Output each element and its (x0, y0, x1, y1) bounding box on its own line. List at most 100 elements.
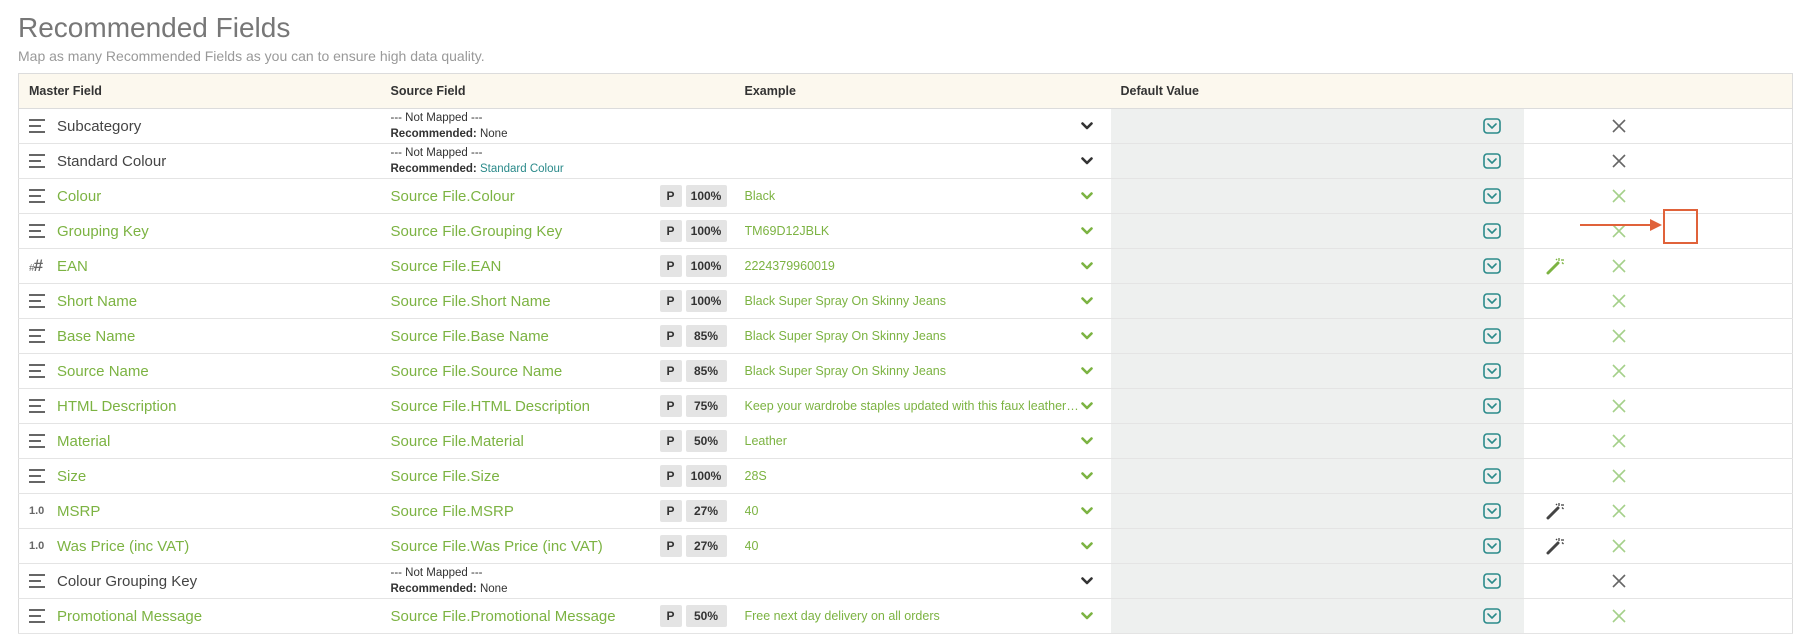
source-field[interactable]: Source File.Base Name (381, 328, 658, 345)
default-value-input[interactable] (1110, 143, 1461, 179)
master-field-name: Promotional Message (57, 607, 203, 625)
magic-wand-icon[interactable] (1524, 501, 1587, 521)
close-icon[interactable] (1587, 608, 1652, 624)
source-field[interactable]: Source File.Short Name (381, 293, 658, 310)
source-field[interactable]: Source File.Source Name (381, 363, 658, 380)
chevron-down-icon[interactable] (1080, 328, 1093, 344)
default-value-input[interactable] (1110, 458, 1461, 494)
chevron-down-icon[interactable] (1080, 223, 1093, 239)
chevron-down-icon[interactable] (1080, 503, 1093, 519)
chevron-down-icon[interactable] (1080, 608, 1093, 624)
chevron-down-icon[interactable] (1080, 363, 1093, 379)
source-field-unmapped[interactable]: --- Not Mapped --- Recommended: Standard … (381, 145, 735, 177)
master-field-name: Material (57, 432, 111, 450)
example-value: TM69D12JBLK (744, 224, 830, 238)
source-field-unmapped[interactable]: --- Not Mapped --- Recommended: None (381, 565, 735, 597)
close-icon[interactable] (1587, 118, 1652, 134)
p-badge: P (659, 255, 682, 277)
default-value-input[interactable] (1110, 248, 1461, 284)
close-icon[interactable] (1587, 258, 1652, 274)
chevron-square-icon[interactable] (1461, 258, 1524, 274)
chevron-down-icon[interactable] (1080, 398, 1093, 414)
default-value-input[interactable] (1110, 108, 1461, 144)
master-field-name: Subcategory (57, 117, 142, 135)
chevron-square-icon[interactable] (1461, 503, 1524, 519)
chevron-down-icon[interactable] (1080, 188, 1093, 204)
percent-badge: 100% (685, 290, 727, 312)
master-field-name: Colour (57, 187, 102, 205)
close-icon[interactable] (1587, 503, 1652, 519)
lines-icon (29, 154, 45, 168)
close-icon[interactable] (1587, 433, 1652, 449)
chevron-down-icon[interactable] (1080, 293, 1093, 309)
chevron-down-icon[interactable] (1080, 118, 1093, 134)
chevron-down-icon[interactable] (1080, 433, 1093, 449)
chevron-square-icon[interactable] (1461, 433, 1524, 449)
header-example: Example (734, 73, 1111, 109)
example-value: 28S (744, 469, 767, 483)
header-default-value: Default Value (1110, 73, 1793, 109)
source-field[interactable]: Source File.Was Price (inc VAT) (381, 538, 658, 555)
close-icon[interactable] (1587, 468, 1652, 484)
chevron-square-icon[interactable] (1461, 538, 1524, 554)
close-icon[interactable] (1587, 188, 1652, 204)
close-icon[interactable] (1587, 538, 1652, 554)
source-field[interactable]: Source File.MSRP (381, 503, 658, 520)
default-value-input[interactable] (1110, 528, 1461, 564)
source-field[interactable]: Source File.EAN (381, 258, 658, 275)
chevron-down-icon[interactable] (1080, 573, 1093, 589)
chevron-square-icon[interactable] (1461, 293, 1524, 309)
default-value-input[interactable] (1110, 493, 1461, 529)
chevron-square-icon[interactable] (1461, 573, 1524, 589)
chevron-square-icon[interactable] (1461, 398, 1524, 414)
table-row: Source Name Source File.Source Name P 85% Bl… (18, 353, 1793, 389)
chevron-square-icon[interactable] (1461, 153, 1524, 169)
default-value-input[interactable] (1110, 563, 1461, 599)
chevron-down-icon[interactable] (1080, 468, 1093, 484)
default-value-input[interactable] (1110, 213, 1461, 249)
chevron-down-icon[interactable] (1080, 153, 1093, 169)
chevron-square-icon[interactable] (1461, 608, 1524, 624)
chevron-square-icon[interactable] (1461, 363, 1524, 379)
number-icon: 1.0 (29, 540, 45, 552)
source-field[interactable]: Source File.Material (381, 433, 658, 450)
p-badge: P (659, 605, 682, 627)
table-row: ## EAN Source File.EAN P 100% 2224379960019 (18, 248, 1793, 284)
default-value-input[interactable] (1110, 283, 1461, 319)
default-value-input[interactable] (1110, 598, 1461, 634)
close-icon[interactable] (1587, 328, 1652, 344)
chevron-down-icon[interactable] (1080, 538, 1093, 554)
default-value-input[interactable] (1110, 178, 1461, 214)
close-icon[interactable] (1587, 573, 1652, 589)
source-field-unmapped[interactable]: --- Not Mapped --- Recommended: None (381, 110, 735, 142)
chevron-down-icon[interactable] (1080, 258, 1093, 274)
chevron-square-icon[interactable] (1461, 468, 1524, 484)
master-field-name: EAN (57, 257, 88, 275)
close-icon[interactable] (1587, 363, 1652, 379)
recommended-value[interactable]: Standard Colour (480, 163, 564, 175)
example-value: Black Super Spray On Skinny Jeans (744, 329, 947, 343)
source-field[interactable]: Source File.HTML Description (381, 398, 658, 415)
chevron-square-icon[interactable] (1461, 328, 1524, 344)
default-value-input[interactable] (1110, 318, 1461, 354)
chevron-square-icon[interactable] (1461, 188, 1524, 204)
lines-icon (29, 294, 45, 308)
p-badge: P (659, 360, 682, 382)
close-icon[interactable] (1587, 398, 1652, 414)
lines-icon (29, 364, 45, 378)
source-field[interactable]: Source File.Promotional Message (381, 608, 658, 625)
close-icon[interactable] (1587, 153, 1652, 169)
source-field[interactable]: Source File.Grouping Key (381, 223, 658, 240)
source-field[interactable]: Source File.Size (381, 468, 658, 485)
magic-wand-icon[interactable] (1524, 536, 1587, 556)
default-value-input[interactable] (1110, 353, 1461, 389)
table-row: HTML Description Source File.HTML Descrip… (18, 388, 1793, 424)
source-field[interactable]: Source File.Colour (381, 188, 658, 205)
default-value-input[interactable] (1110, 423, 1461, 459)
chevron-square-icon[interactable] (1461, 223, 1524, 239)
magic-wand-icon[interactable] (1524, 256, 1587, 276)
default-value-input[interactable] (1110, 388, 1461, 424)
close-icon[interactable] (1587, 293, 1652, 309)
percent-badge: 85% (685, 325, 727, 347)
chevron-square-icon[interactable] (1461, 118, 1524, 134)
